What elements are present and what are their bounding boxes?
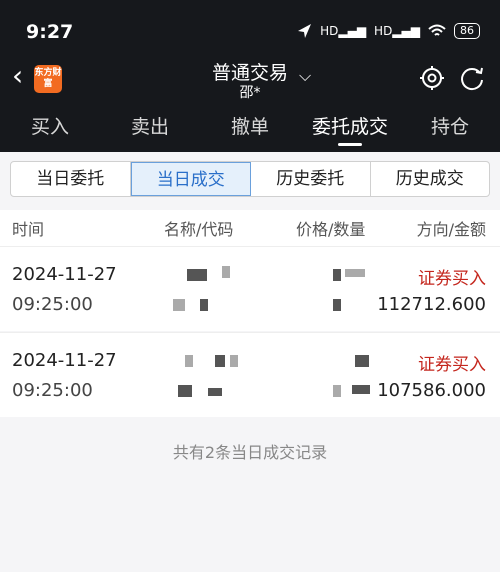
column-name-code: 名称/代码 xyxy=(164,220,234,239)
tab-positions[interactable]: 持仓 xyxy=(400,112,500,148)
row-amount: 112712.600 xyxy=(377,294,486,315)
table-row[interactable]: 2024-11-27 09:25:00 证券买入 107586.000 xyxy=(0,332,500,417)
refresh-icon[interactable] xyxy=(458,64,486,92)
status-bar: 9:27 HD▂▄▆ HD▂▄▆ 86 xyxy=(0,0,500,60)
column-price-qty: 价格/数量 xyxy=(296,220,366,239)
location-icon xyxy=(298,24,312,38)
wifi-icon xyxy=(428,24,446,36)
tab-orders-deals[interactable]: 委托成交 xyxy=(300,112,400,148)
signal-icon: HD▂▄▆ xyxy=(320,24,367,38)
content-panel: 当日委托 当日成交 历史委托 历史成交 时间 名称/代码 价格/数量 方向/金额… xyxy=(0,152,500,572)
row-time: 09:25:00 xyxy=(12,294,93,315)
column-time: 时间 xyxy=(12,220,45,239)
top-bar: 9:27 HD▂▄▆ HD▂▄▆ 86 ‹ 东方财富 普通交易 邵* ⌵ 买入 … xyxy=(0,0,500,152)
segment-history-orders[interactable]: 历史委托 xyxy=(251,162,371,196)
row-date: 2024-11-27 xyxy=(12,264,117,285)
segment-today-orders[interactable]: 当日委托 xyxy=(11,162,131,196)
status-time: 9:27 xyxy=(26,21,74,43)
column-direction-amount: 方向/金额 xyxy=(416,220,486,239)
status-icons: HD▂▄▆ HD▂▄▆ 86 xyxy=(296,23,480,39)
gear-icon[interactable] xyxy=(418,64,446,92)
app-header: ‹ 东方财富 普通交易 邵* ⌵ xyxy=(0,52,500,108)
row-direction: 证券买入 xyxy=(418,269,486,289)
signal-icon-2: HD▂▄▆ xyxy=(374,24,420,38)
segment-control: 当日委托 当日成交 历史委托 历史成交 xyxy=(10,161,490,197)
tab-sell[interactable]: 卖出 xyxy=(100,112,200,148)
table-header: 时间 名称/代码 价格/数量 方向/金额 xyxy=(0,210,500,246)
segment-today-deals[interactable]: 当日成交 xyxy=(130,162,251,196)
row-direction: 证券买入 xyxy=(418,355,486,375)
trade-tabs: 买入 卖出 撤单 委托成交 持仓 xyxy=(0,112,500,148)
segment-history-deals[interactable]: 历史成交 xyxy=(371,162,490,196)
record-count: 共有2条当日成交记录 xyxy=(172,443,328,462)
row-amount: 107586.000 xyxy=(377,380,486,401)
chevron-down-icon[interactable]: ⌵ xyxy=(299,66,311,86)
row-time: 09:25:00 xyxy=(12,380,93,401)
tab-buy[interactable]: 买入 xyxy=(0,112,100,148)
table-row[interactable]: 2024-11-27 09:25:00 证券买入 112712.600 xyxy=(0,246,500,331)
battery-icon: 86 xyxy=(454,23,480,39)
row-date: 2024-11-27 xyxy=(12,350,117,371)
tab-cancel[interactable]: 撤单 xyxy=(200,112,300,148)
